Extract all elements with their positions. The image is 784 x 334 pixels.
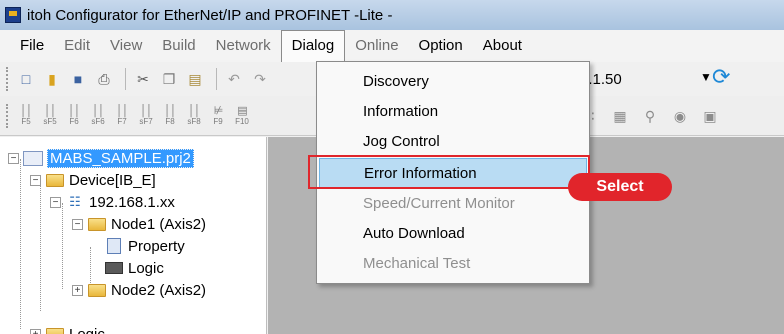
menu-item-information[interactable]: Information (319, 96, 587, 126)
shift-f5-button[interactable]: ││ sF5 (39, 101, 61, 131)
f7-button[interactable]: ││ F7 (111, 101, 133, 131)
shift-f8-button[interactable]: ││ sF8 (183, 101, 205, 131)
logic-root-label: Logic (69, 325, 105, 334)
property-label: Property (128, 237, 185, 255)
collapse-icon[interactable]: − (8, 152, 19, 164)
toolbar-separator (125, 68, 126, 90)
project-label: MABS_SAMPLE.prj2 (47, 148, 194, 168)
menu-about[interactable]: About (473, 30, 532, 62)
tree-item-logic-root[interactable]: + Logic (30, 323, 105, 334)
node2-label: Node2 (Axis2) (111, 281, 207, 299)
menu-bar: File Edit View Build Network Dialog Onli… (0, 30, 784, 62)
menu-file[interactable]: File (10, 30, 54, 62)
tree-item-device[interactable]: − Device[IB_E] (30, 169, 156, 191)
network-icon: ☷ (69, 194, 81, 209)
magnifier-icon[interactable]: ⚲ (638, 104, 662, 128)
collapse-icon[interactable]: − (72, 218, 83, 230)
toolbar-grip[interactable] (6, 103, 9, 128)
logic-label: Logic (128, 259, 164, 277)
redo-icon[interactable]: ↷ (249, 68, 271, 90)
function-toolbar-right: ∷ ▦ ⚲ ◉ ▣ (578, 104, 728, 128)
shift-f7-button[interactable]: ││ sF7 (135, 101, 157, 131)
print-icon[interactable]: ⎙ (93, 68, 115, 90)
save-icon[interactable]: ■ (67, 68, 89, 90)
shift-f6-button[interactable]: ││ sF6 (87, 101, 109, 131)
undo-icon[interactable]: ↶ (223, 68, 245, 90)
f5-button[interactable]: ││ F5 (15, 101, 37, 131)
project-tree: − MABS_SAMPLE.prj2 − Device[IB_E] − ☷ 19… (0, 137, 267, 334)
menu-network[interactable]: Network (206, 30, 281, 62)
f9-button[interactable]: ⊭ F9 (207, 101, 229, 131)
select-callout: Select (568, 173, 672, 201)
title-bar: itoh Configurator for EtherNet/IP and PR… (0, 0, 784, 30)
copy-icon[interactable]: ❐ (158, 68, 180, 90)
f8-button[interactable]: ││ F8 (159, 101, 181, 131)
ip-address-combo[interactable]: 8.1.50 (580, 68, 720, 92)
tree-item-node2[interactable]: + Node2 (Axis2) (72, 279, 206, 301)
menu-dialog[interactable]: Dialog (280, 30, 346, 62)
highlight-box (308, 155, 590, 189)
toolbar-grip[interactable] (6, 67, 9, 91)
expand-icon[interactable]: + (30, 328, 41, 334)
collapse-icon[interactable]: − (30, 174, 41, 186)
refresh-icon[interactable]: ⟳ (712, 64, 730, 90)
toolbar-separator (216, 68, 217, 90)
project-icon (23, 150, 43, 166)
tree-item-project[interactable]: − MABS_SAMPLE.prj2 (8, 147, 194, 169)
tree-line (40, 181, 41, 311)
menu-item-speed-current-monitor[interactable]: Speed/Current Monitor (319, 188, 587, 218)
collapse-icon[interactable]: − (50, 196, 61, 208)
open-folder-icon[interactable]: ▮ (41, 68, 63, 90)
app-icon (5, 7, 21, 23)
f6-button[interactable]: ││ F6 (63, 101, 85, 131)
property-icon (104, 238, 124, 254)
tree-item-logic[interactable]: Logic (104, 257, 164, 279)
grid-icon[interactable]: ▦ (608, 104, 632, 128)
cut-icon[interactable]: ✂ (132, 68, 154, 90)
paste-icon[interactable]: ▤ (184, 68, 206, 90)
menu-item-auto-download[interactable]: Auto Download (319, 218, 587, 248)
menu-item-jog-control[interactable]: Jog Control (319, 126, 587, 156)
logic-icon (104, 260, 124, 276)
menu-edit[interactable]: Edit (54, 30, 100, 62)
tree-line (62, 203, 63, 289)
stop-icon[interactable]: ◉ (668, 104, 692, 128)
folder-icon (45, 326, 65, 334)
menu-item-discovery[interactable]: Discovery (319, 66, 587, 96)
tree-item-node1[interactable]: − Node1 (Axis2) (72, 213, 206, 235)
folder-icon (87, 216, 107, 232)
device-label: Device[IB_E] (69, 171, 156, 189)
menu-build[interactable]: Build (152, 30, 205, 62)
tree-item-ip[interactable]: − ☷ 192.168.1.xx (50, 191, 175, 213)
build-icon[interactable]: ▣ (698, 104, 722, 128)
chevron-down-icon[interactable]: ▼ (700, 70, 712, 84)
menu-item-mechanical-test[interactable]: Mechanical Test (319, 248, 587, 278)
menu-option[interactable]: Option (409, 30, 473, 62)
new-file-icon[interactable]: □ (15, 68, 37, 90)
folder-icon (45, 172, 65, 188)
menu-view[interactable]: View (100, 30, 152, 62)
f10-button[interactable]: ▤ F10 (231, 101, 253, 131)
node1-label: Node1 (Axis2) (111, 215, 207, 233)
tree-line (20, 159, 21, 329)
menu-online[interactable]: Online (345, 30, 408, 62)
ip-label: 192.168.1.xx (89, 193, 175, 211)
folder-icon (87, 282, 107, 298)
tree-item-property[interactable]: Property (104, 235, 185, 257)
window-title: itoh Configurator for EtherNet/IP and PR… (27, 6, 393, 24)
expand-icon[interactable]: + (72, 284, 83, 296)
